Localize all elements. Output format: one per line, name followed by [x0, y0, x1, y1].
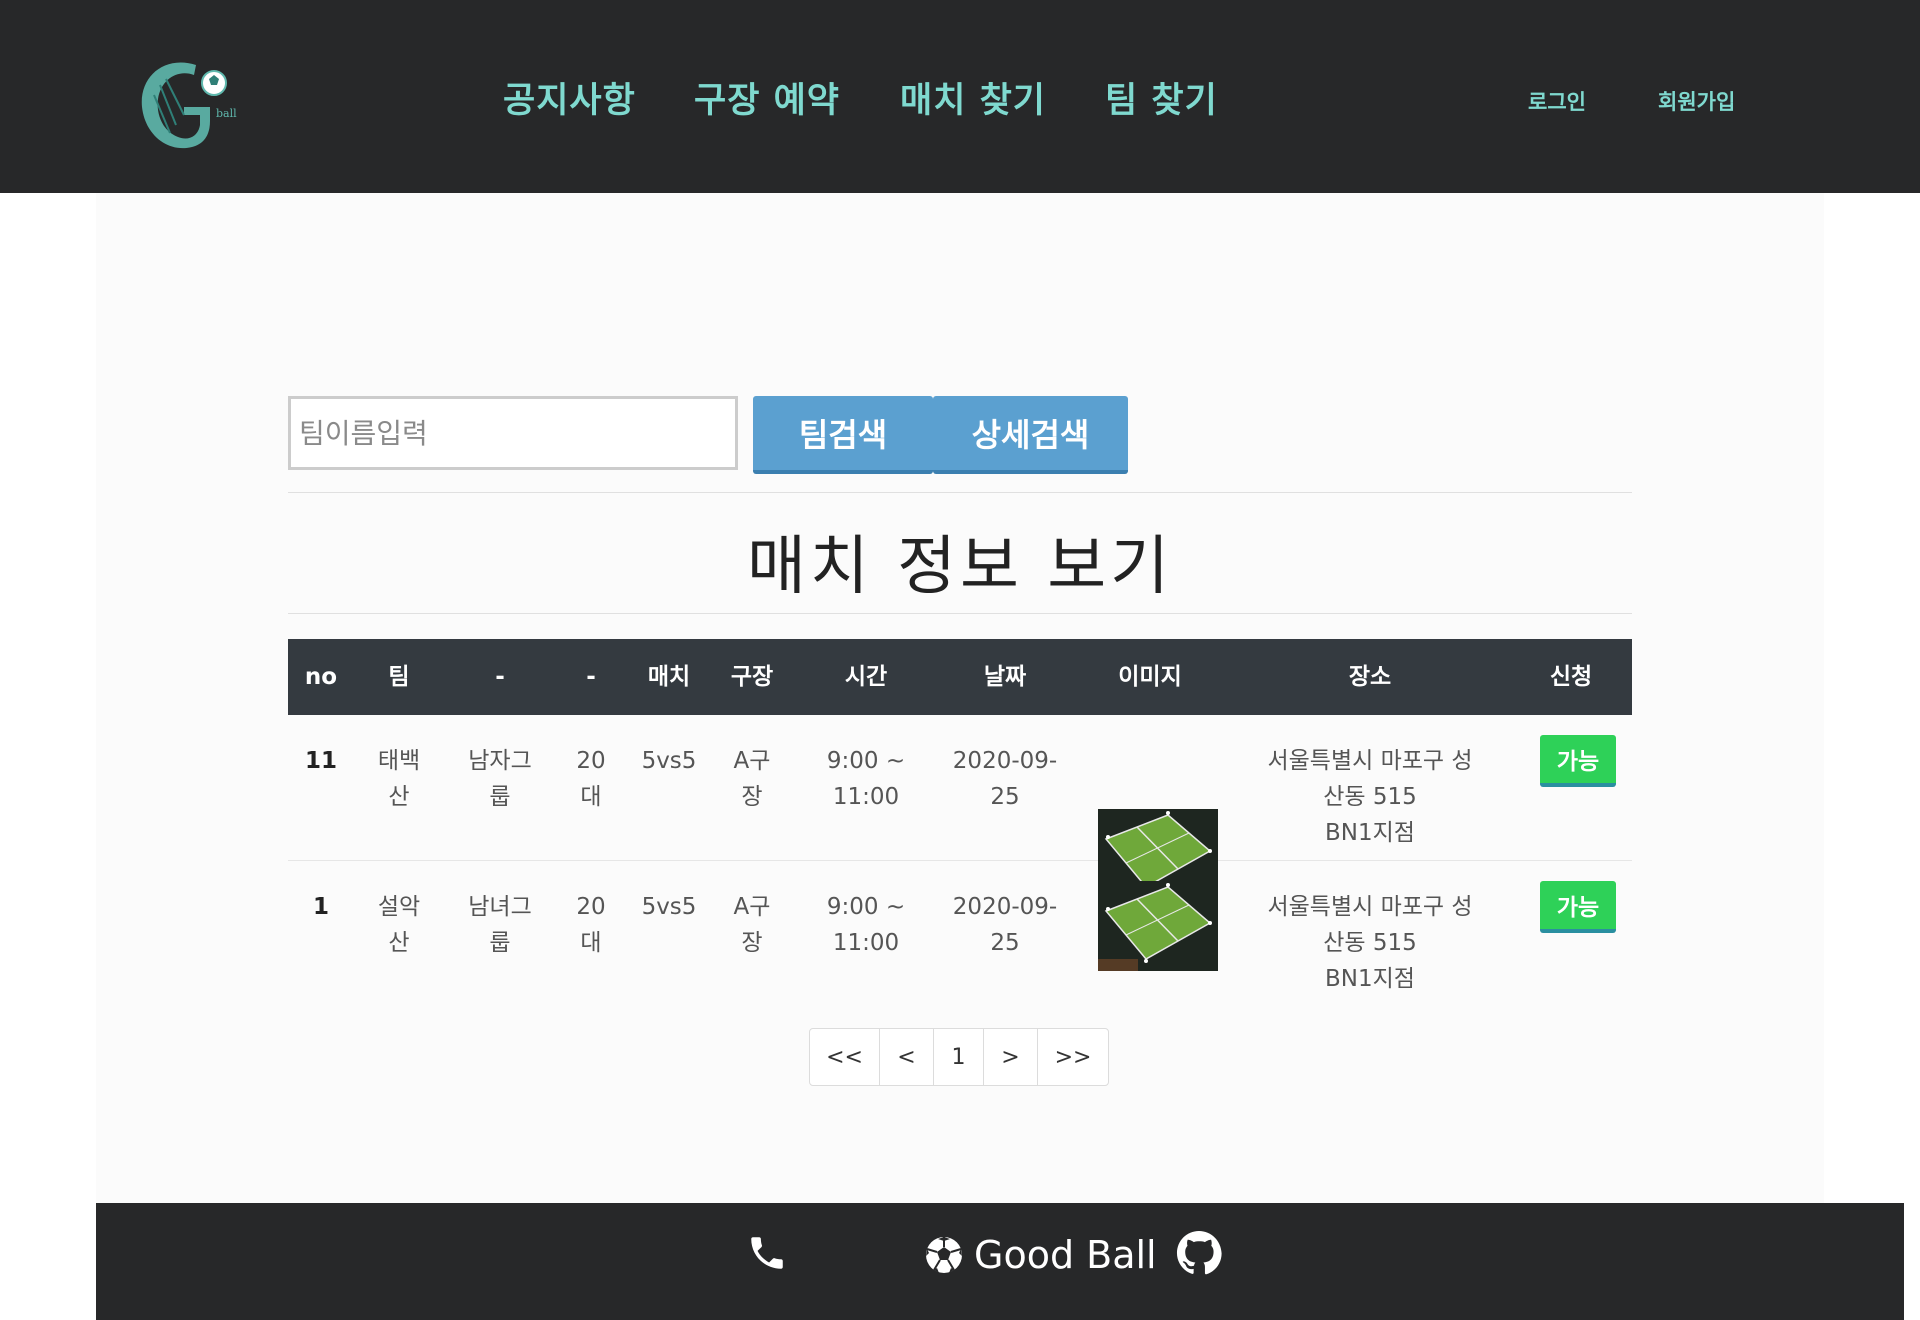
col-time: 시간 — [844, 664, 888, 690]
nav-notice[interactable]: 공지사항 — [503, 72, 636, 123]
divider-top — [288, 492, 1632, 493]
cell-time: 9:00 ~11:00 — [826, 894, 906, 956]
github-icon[interactable] — [1176, 1230, 1222, 1276]
page-title: 매치 정보 보기 — [747, 530, 1173, 604]
login-link[interactable]: 로그인 — [1528, 86, 1586, 116]
soccer-ball-icon — [926, 1237, 962, 1273]
cell-age: 20 대 — [576, 748, 606, 810]
apply-available-button[interactable]: 가능 — [1540, 881, 1616, 933]
col-place: 장소 — [1348, 664, 1392, 690]
table-row: 11 태백 산 남자그 룹 20 대 5vs5 A구 장 9:00 ~11:00 202… — [288, 715, 1632, 899]
col-field: 구장 — [730, 664, 774, 690]
cell-match: 5vs5 — [641, 748, 697, 774]
cell-gender: 남녀그 룹 — [468, 894, 532, 956]
divider-bottom — [288, 613, 1632, 614]
goodball-logo[interactable]: ball — [134, 55, 244, 155]
cell-no: 11 — [304, 748, 337, 774]
cell-age: 20 대 — [576, 894, 606, 956]
page-next-button[interactable]: > — [984, 1029, 1038, 1085]
nav-find-team[interactable]: 팀 찾기 — [1105, 72, 1218, 123]
col-age: - — [586, 664, 596, 690]
page-number-button[interactable]: 1 — [934, 1029, 984, 1085]
footer: Good Ball — [96, 1203, 1904, 1320]
nav-field-reservation[interactable]: 구장 예약 — [694, 72, 840, 123]
cell-match: 5vs5 — [641, 894, 697, 920]
match-table: no 팀 - - 매치 구장 시간 날짜 이미지 장소 신청 11 태백 산 남자… — [288, 639, 1632, 1006]
phone-icon[interactable] — [746, 1232, 788, 1274]
nav-find-match[interactable]: 매치 찾기 — [900, 72, 1046, 123]
pagination: << < 1 > >> — [809, 1028, 1109, 1086]
col-apply: 신청 — [1549, 664, 1593, 690]
col-no: no — [304, 664, 338, 690]
page-first-button[interactable]: << — [810, 1029, 880, 1085]
team-search-button[interactable]: 팀검색 — [753, 396, 933, 474]
apply-available-button[interactable]: 가능 — [1540, 735, 1616, 787]
top-header: ball 공지사항 구장 예약 매치 찾기 팀 찾기 로그인 회원가입 — [0, 0, 1920, 193]
cell-team[interactable]: 설악 산 — [354, 889, 444, 961]
cell-field: A구 장 — [733, 748, 771, 810]
table-row: 1 설악 산 남녀그 룹 20 대 5vs5 A구 장 9:00 ~11:00 2020… — [288, 861, 1632, 1006]
page-last-button[interactable]: >> — [1038, 1029, 1108, 1085]
field-photo[interactable] — [1098, 881, 1218, 971]
cell-date: 2020-09- 25 — [952, 894, 1058, 956]
cell-gender: 남자그 룹 — [468, 748, 532, 810]
table-header: no 팀 - - 매치 구장 시간 날짜 이미지 장소 신청 — [288, 639, 1632, 715]
cell-date: 2020-09- 25 — [952, 748, 1058, 810]
cell-field: A구 장 — [733, 894, 771, 956]
cell-place: 서울특별시 마포구 성 산동 515 BN1지점 — [1267, 894, 1473, 992]
col-date: 날짜 — [983, 664, 1027, 690]
svg-text:ball: ball — [216, 107, 237, 120]
cell-no: 1 — [312, 894, 329, 920]
col-match: 매치 — [647, 664, 691, 690]
cell-place: 서울특별시 마포구 성 산동 515 BN1지점 — [1267, 748, 1473, 846]
cell-team[interactable]: 태백 산 — [354, 743, 444, 815]
col-image: 이미지 — [1118, 664, 1182, 690]
page-prev-button[interactable]: < — [880, 1029, 934, 1085]
signup-link[interactable]: 회원가입 — [1658, 86, 1735, 116]
footer-brand: Good Ball — [924, 1229, 1157, 1281]
cell-time: 9:00 ~11:00 — [826, 748, 906, 810]
advanced-search-button[interactable]: 상세검색 — [933, 396, 1128, 474]
footer-brand-text: Good Ball — [974, 1233, 1157, 1277]
team-name-input[interactable] — [288, 396, 738, 470]
col-gender: - — [495, 664, 505, 690]
col-team: 팀 — [388, 664, 410, 690]
